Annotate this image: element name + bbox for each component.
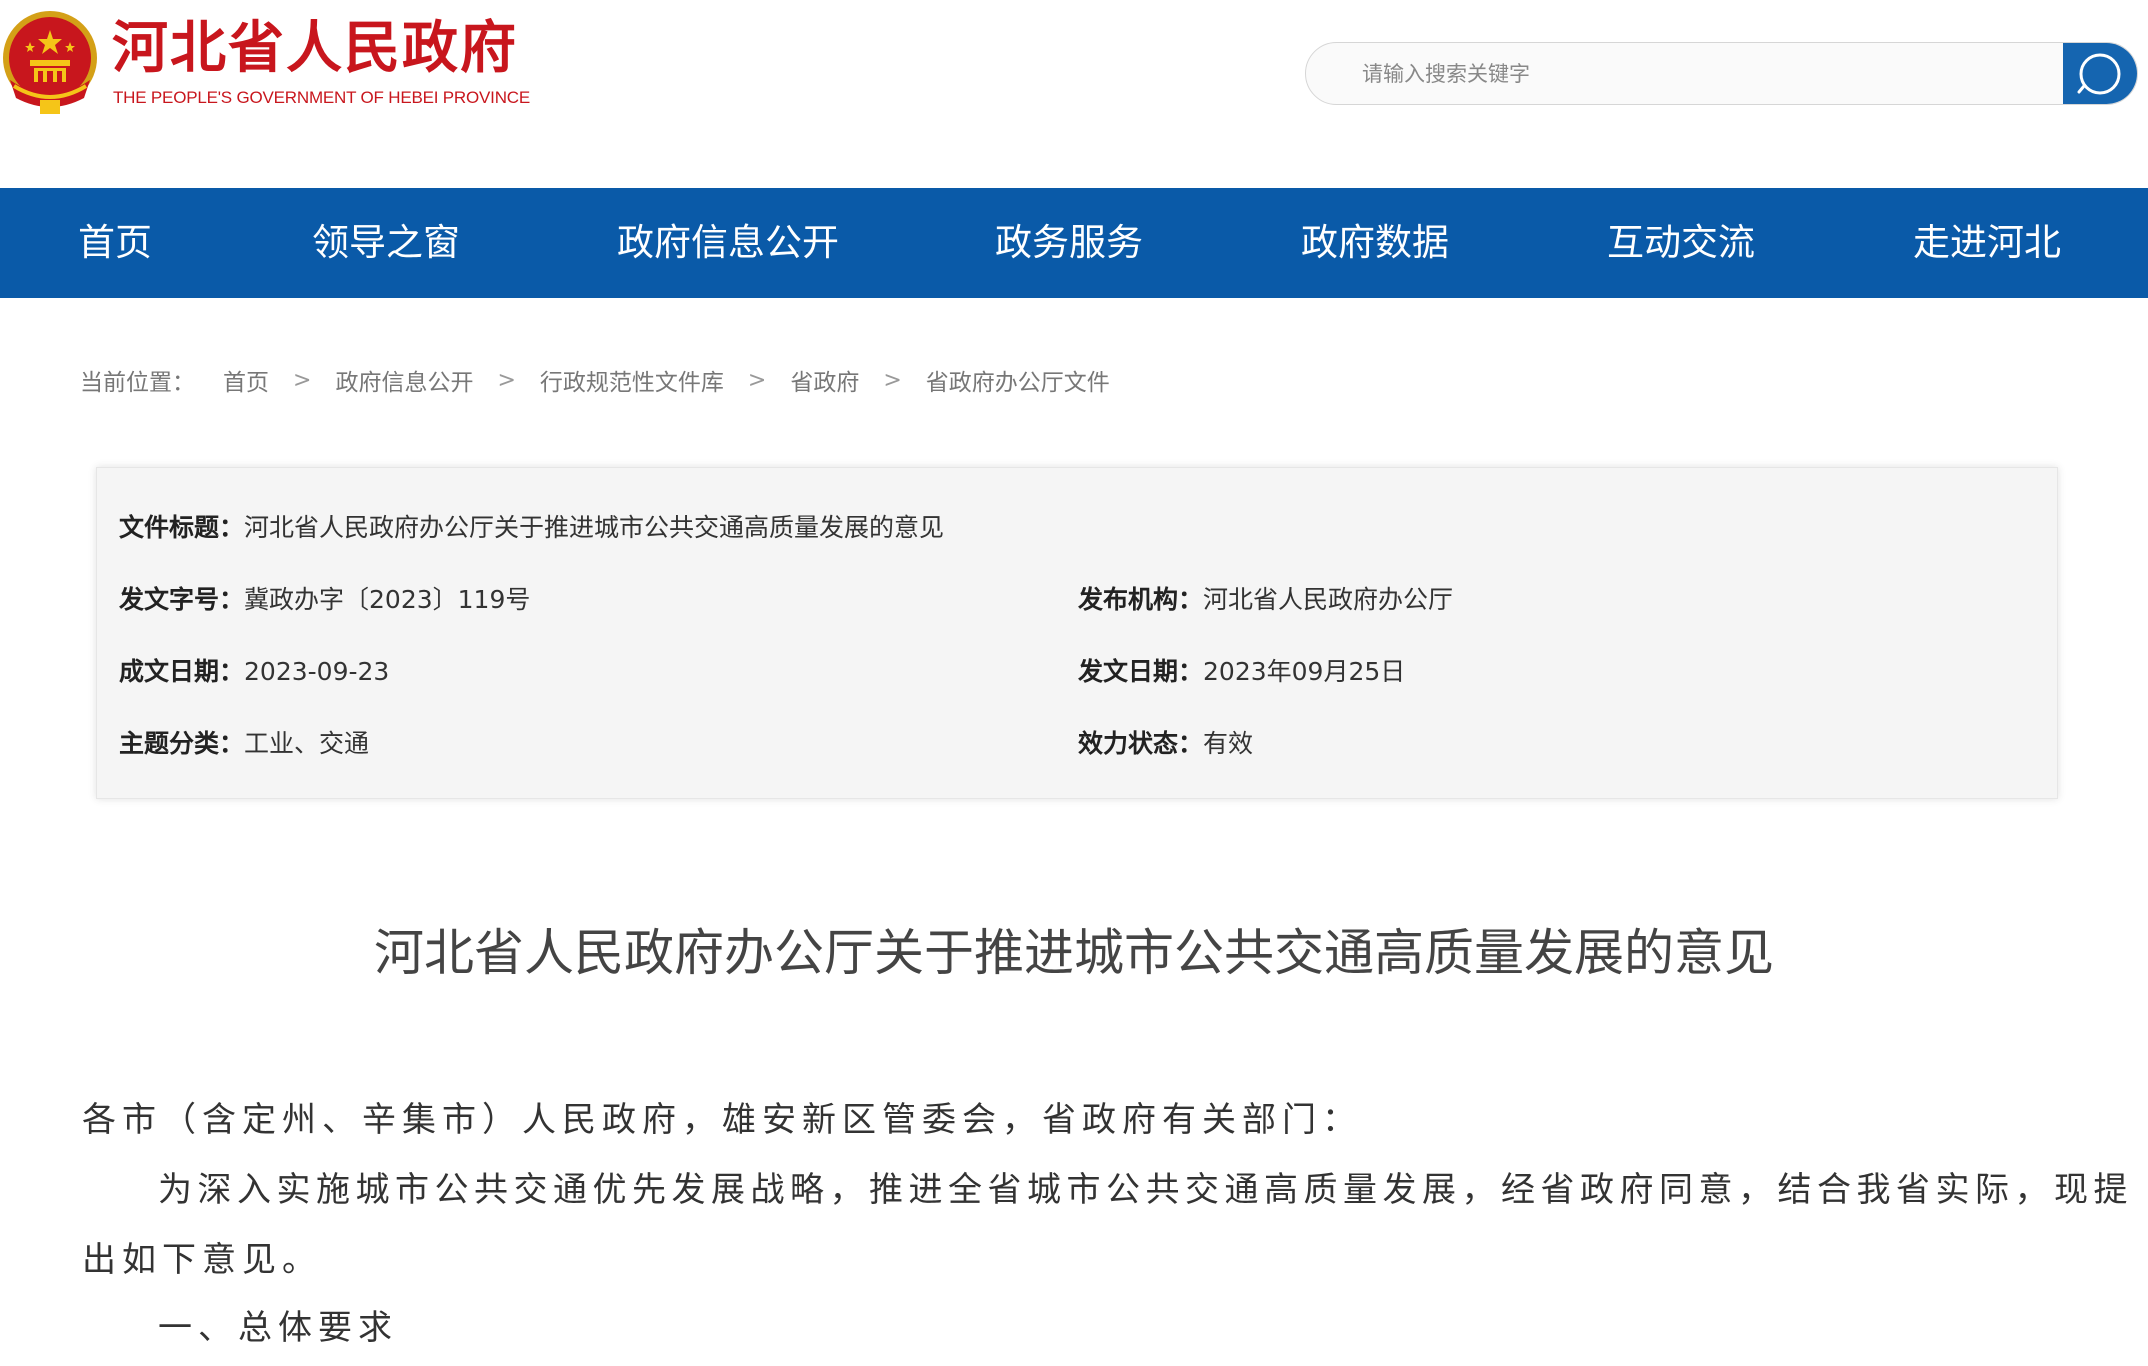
site-title[interactable]: 河北省人民政府 [112, 16, 518, 82]
breadcrumb-separator: > [293, 367, 312, 393]
meta-published-date-value: 2023年09月25日 [1203, 657, 1406, 686]
meta-doc-number-key: 发文字号： [119, 585, 245, 614]
article-section-heading: 一、总体要求 [158, 1308, 398, 1348]
site-header: 河北省人民政府 THE PEOPLE'S GOVERNMENT OF HEBEI… [0, 0, 2148, 188]
meta-issuer-row: 发布机构：河北省人民政府办公厅 [1078, 582, 1453, 618]
national-emblem-icon[interactable] [0, 8, 100, 116]
meta-issuer-value: 河北省人民政府办公厅 [1203, 585, 1454, 614]
meta-written-date-value: 2023-09-23 [244, 657, 390, 686]
meta-written-date-key: 成文日期： [119, 657, 245, 686]
meta-title-key: 文件标题： [119, 513, 245, 542]
breadcrumb-separator: > [497, 367, 516, 393]
breadcrumb-item-provincial-gov[interactable]: 省政府 [790, 363, 859, 397]
nav-item-leaders[interactable]: 领导之窗 [312, 188, 460, 298]
meta-published-date-key: 发文日期： [1078, 657, 1204, 686]
meta-title-value: 河北省人民政府办公厅关于推进城市公共交通高质量发展的意见 [244, 513, 945, 542]
breadcrumb-item-gov-info[interactable]: 政府信息公开 [335, 363, 473, 397]
meta-doc-number-row: 发文字号：冀政办字〔2023〕119号 [119, 582, 530, 618]
breadcrumb-separator: > [747, 367, 767, 393]
breadcrumb-label: 当前位置： [80, 370, 195, 396]
meta-topic-key: 主题分类： [119, 729, 245, 758]
main-nav: 首页 领导之窗 政府信息公开 政务服务 政府数据 互动交流 走进河北 [0, 188, 2148, 298]
search-button[interactable] [2063, 43, 2137, 104]
site-subtitle: THE PEOPLE'S GOVERNMENT OF HEBEI PROVINC… [113, 88, 530, 107]
search-input[interactable] [1306, 43, 2066, 104]
search-icon [2077, 53, 2121, 94]
meta-issuer-key: 发布机构： [1078, 585, 1204, 614]
breadcrumb-separator: > [883, 367, 902, 393]
meta-written-date-row: 成文日期：2023-09-23 [119, 654, 389, 690]
meta-title-row: 文件标题：河北省人民政府办公厅关于推进城市公共交通高质量发展的意见 [119, 510, 944, 546]
meta-status-key: 效力状态： [1078, 729, 1204, 758]
meta-published-date-row: 发文日期：2023年09月25日 [1078, 654, 1405, 690]
nav-item-services[interactable]: 政务服务 [995, 188, 1143, 298]
article-salutation: 各市（含定州、辛集市）人民政府，雄安新区管委会，省政府有关部门： [82, 1100, 1362, 1140]
breadcrumb-item-office-docs[interactable]: 省政府办公厅文件 [926, 363, 1110, 397]
meta-topic-row: 主题分类：工业、交通 [119, 726, 369, 762]
nav-item-about-hebei[interactable]: 走进河北 [1913, 188, 2061, 298]
breadcrumb-item-home[interactable]: 首页 [223, 363, 269, 397]
search-bar [1305, 42, 2138, 105]
article-paragraph: 为深入实施城市公共交通优先发展战略，推进全省城市公共交通高质量发展，经省政府同意… [158, 1170, 2133, 1210]
article-title: 河北省人民政府办公厅关于推进城市公共交通高质量发展的意见 [374, 924, 1774, 982]
meta-topic-value: 工业、交通 [244, 729, 370, 758]
meta-doc-number-value: 冀政办字〔2023〕119号 [244, 585, 531, 614]
meta-status-row: 效力状态：有效 [1078, 726, 1253, 762]
nav-item-gov-data[interactable]: 政府数据 [1301, 188, 1449, 298]
nav-item-gov-info[interactable]: 政府信息公开 [617, 188, 839, 298]
meta-status-value: 有效 [1203, 729, 1254, 758]
nav-item-interaction[interactable]: 互动交流 [1607, 188, 1755, 298]
article-paragraph-continuation: 出如下意见。 [82, 1240, 322, 1280]
nav-item-home[interactable]: 首页 [78, 188, 152, 298]
document-meta-box: 文件标题：河北省人民政府办公厅关于推进城市公共交通高质量发展的意见 发文字号：冀… [96, 467, 2058, 799]
breadcrumb: 当前位置： 首页 > 政府信息公开 > 行政规范性文件库 > 省政府 > 省政府… [80, 362, 1110, 398]
breadcrumb-item-normative-docs[interactable]: 行政规范性文件库 [540, 363, 724, 397]
